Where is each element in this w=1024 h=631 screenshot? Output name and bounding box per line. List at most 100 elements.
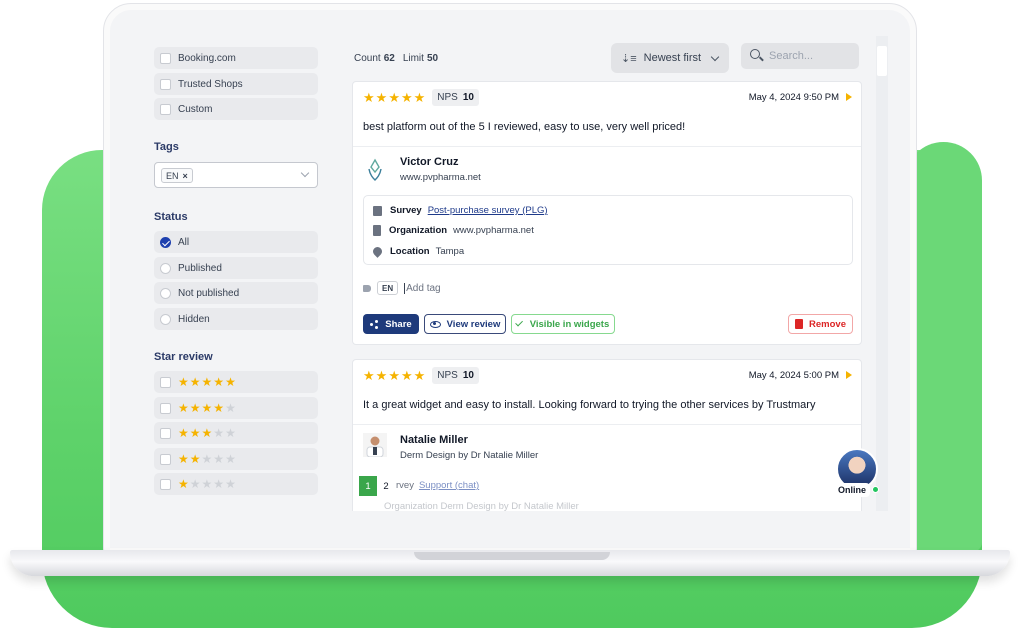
organization-row: Organization www.pvpharma.net xyxy=(373,225,534,236)
checkbox[interactable] xyxy=(160,402,171,414)
checkbox[interactable] xyxy=(160,478,171,490)
radio[interactable] xyxy=(160,287,171,299)
star-rating: ★ ★ ★ ★ ★ xyxy=(178,427,236,439)
tags-select[interactable]: EN × xyxy=(154,162,318,188)
chevron-down-icon xyxy=(300,168,310,178)
star-filled-icon: ★ xyxy=(201,426,213,440)
status-label: Not published xyxy=(178,287,240,299)
star-rating: ★ ★ ★ ★ ★ xyxy=(363,369,425,382)
source-option-trusted-shops[interactable]: Trusted Shops xyxy=(154,73,318,95)
review-card: ★ ★ ★ ★ ★ NPS 10 May 4, 2024 9:50 PM best pl… xyxy=(352,81,862,345)
expand-arrow-icon[interactable] xyxy=(846,93,852,101)
source-option-booking[interactable]: Booking.com xyxy=(154,47,318,69)
star-filled-icon: ★ xyxy=(178,426,189,440)
expand-arrow-icon[interactable] xyxy=(846,371,852,379)
tag-chip-label: EN xyxy=(166,170,179,181)
count-summary: Count 62 Limit 50 xyxy=(354,53,446,64)
star-filter-2[interactable]: ★ ★ ★ ★ ★ xyxy=(154,448,318,470)
tag-chip-en: EN × xyxy=(161,168,193,183)
star-empty-icon: ★ xyxy=(189,477,201,491)
online-status-icon xyxy=(872,486,879,493)
scrollbar[interactable] xyxy=(876,36,888,511)
star-filled-icon: ★ xyxy=(225,375,236,389)
location-row: Location Tampa xyxy=(371,245,464,258)
checkbox[interactable] xyxy=(160,103,171,115)
search-icon xyxy=(750,49,763,63)
source-option-custom[interactable]: Custom xyxy=(154,98,318,120)
survey-link[interactable]: Post-purchase survey (PLG) xyxy=(428,205,548,216)
share-icon xyxy=(370,320,379,329)
company-logo-icon xyxy=(368,158,382,181)
location-label: Location xyxy=(390,246,430,257)
status-label: All xyxy=(178,236,190,248)
view-review-button[interactable]: View review xyxy=(424,314,506,334)
star-filled-icon: ★ xyxy=(189,375,201,389)
divider xyxy=(353,146,861,147)
tag-chip-en[interactable]: EN xyxy=(377,281,399,295)
star-filter-3[interactable]: ★ ★ ★ ★ ★ xyxy=(154,422,318,444)
scrollbar-thumb[interactable] xyxy=(877,46,887,76)
nps-badge: NPS 10 xyxy=(432,367,479,384)
radio-checked-icon[interactable] xyxy=(160,236,171,248)
review-header: ★ ★ ★ ★ ★ NPS 10 xyxy=(363,367,479,384)
remove-button[interactable]: Remove xyxy=(788,314,853,334)
checkbox[interactable] xyxy=(160,453,171,465)
source-label: Custom xyxy=(178,103,213,115)
search-box[interactable] xyxy=(741,43,859,69)
status-option-not-published[interactable]: Not published xyxy=(154,282,318,304)
radio[interactable] xyxy=(160,313,171,325)
chevron-down-icon xyxy=(710,52,720,62)
star-empty-icon: ★ xyxy=(213,426,225,440)
star-filter-1[interactable]: ★ ★ ★ ★ ★ xyxy=(154,473,318,495)
page-1-button[interactable]: 1 xyxy=(359,476,377,496)
star-filter-5[interactable]: ★ ★ ★ ★ ★ xyxy=(154,371,318,393)
building-icon xyxy=(373,225,381,236)
star-filter-4[interactable]: ★ ★ ★ ★ ★ xyxy=(154,397,318,419)
check-icon xyxy=(514,318,523,327)
filter-sidebar: Booking.com Trusted Shops Custom Tags EN… xyxy=(132,36,332,511)
limit-label: Limit xyxy=(402,53,424,64)
share-button[interactable]: Share xyxy=(363,314,419,334)
pagination: 1 2 xyxy=(359,476,395,496)
checkbox[interactable] xyxy=(160,78,171,90)
star-review-title: Star review xyxy=(154,351,213,363)
status-label: Published xyxy=(178,262,222,274)
review-date: May 4, 2024 5:00 PM xyxy=(748,370,839,381)
nps-badge: NPS 10 xyxy=(432,89,479,106)
sort-dropdown[interactable]: ⇣≡ Newest first xyxy=(611,43,729,73)
checkbox[interactable] xyxy=(160,376,171,388)
star-rating: ★ ★ ★ ★ ★ xyxy=(178,402,236,414)
star-empty-icon: ★ xyxy=(225,401,236,415)
status-option-all[interactable]: All xyxy=(154,231,318,253)
checkbox[interactable] xyxy=(160,52,171,64)
radio[interactable] xyxy=(160,262,171,274)
status-option-hidden[interactable]: Hidden xyxy=(154,308,318,330)
reviewer-name: Victor Cruz xyxy=(400,156,459,168)
star-filled-icon: ★ xyxy=(201,401,213,415)
star-empty-icon: ★ xyxy=(213,452,225,466)
laptop-notch xyxy=(414,552,610,560)
reviewer-name: Natalie Miller xyxy=(400,434,468,446)
survey-link[interactable]: Support (chat) xyxy=(419,480,479,491)
remove-label: Remove xyxy=(809,318,846,330)
view-label: View review xyxy=(446,318,501,330)
star-rating: ★ ★ ★ ★ ★ xyxy=(363,91,425,104)
app-screen: Booking.com Trusted Shops Custom Tags EN… xyxy=(132,36,888,511)
chat-widget[interactable]: Online xyxy=(834,448,880,497)
avatar xyxy=(363,433,387,457)
search-input[interactable] xyxy=(769,50,859,62)
star-empty-icon: ★ xyxy=(225,426,236,440)
nps-label: NPS xyxy=(437,92,458,103)
star-filled-icon: ★ xyxy=(413,90,426,105)
star-empty-icon: ★ xyxy=(201,452,213,466)
visible-in-widgets-toggle[interactable]: Visible in widgets xyxy=(511,314,615,334)
star-filled-icon: ★ xyxy=(375,368,388,383)
add-tag-input[interactable]: Add tag xyxy=(404,282,441,294)
star-filled-icon: ★ xyxy=(213,375,225,389)
status-option-published[interactable]: Published xyxy=(154,257,318,279)
star-rating: ★ ★ ★ ★ ★ xyxy=(178,478,236,490)
checkbox[interactable] xyxy=(160,427,171,439)
page-2-button[interactable]: 2 xyxy=(377,476,395,496)
star-filled-icon: ★ xyxy=(201,375,213,389)
remove-tag-icon[interactable]: × xyxy=(183,171,188,181)
